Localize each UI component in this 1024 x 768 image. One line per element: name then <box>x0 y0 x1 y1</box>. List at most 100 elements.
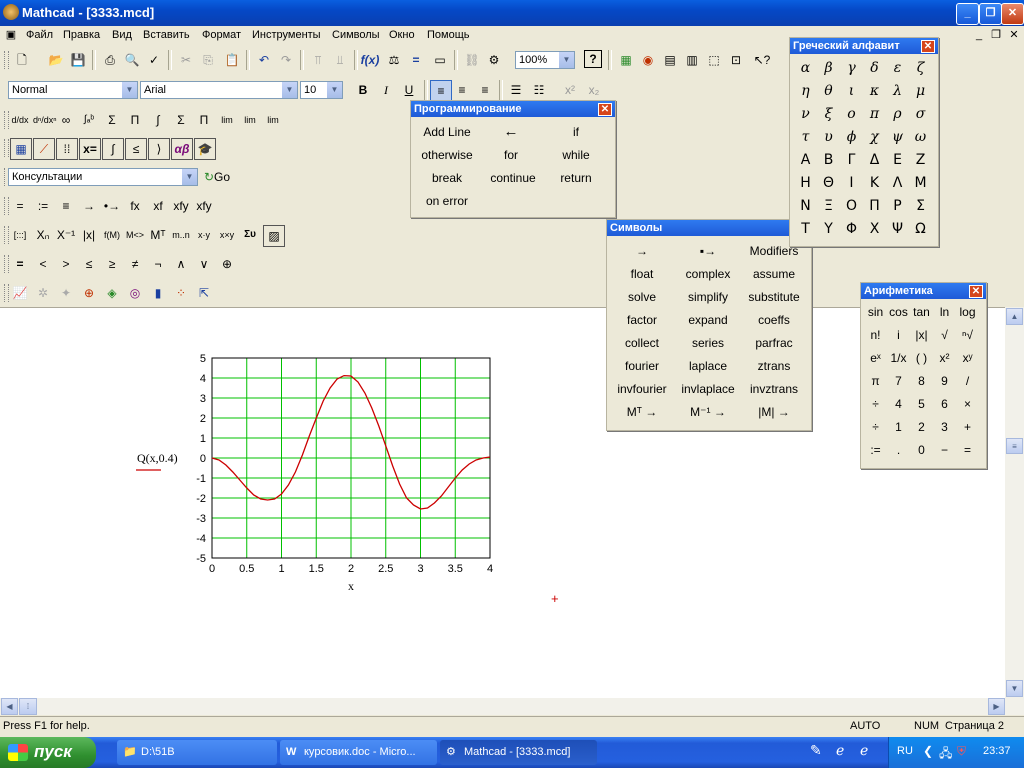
greek-capital-button[interactable]: Ν <box>794 198 817 214</box>
taskbar-item-folder[interactable]: 📁 D:\51B <box>117 740 277 765</box>
ie-icon[interactable]: ℯ <box>836 742 844 759</box>
scroll-left-icon[interactable]: ◀ <box>1 698 18 715</box>
otherwise-button[interactable]: otherwise <box>415 148 479 162</box>
greek-capital-button[interactable]: Μ <box>909 175 932 191</box>
symbolic-keyword-button[interactable]: factor <box>611 313 673 327</box>
undo-icon[interactable]: ↶ <box>254 50 274 70</box>
scroll-thumb[interactable]: ≡ <box>1006 438 1023 454</box>
infinity-button[interactable]: ∞ <box>56 110 76 130</box>
arithmetic-button[interactable]: π <box>864 374 887 388</box>
zoom-plot-icon[interactable]: ✦ <box>56 283 76 303</box>
bar-plot-icon[interactable]: ▮ <box>148 283 168 303</box>
greek-letter-button[interactable]: ν <box>794 106 817 122</box>
matrix-toolbar-icon[interactable]: ⁞⁞ <box>56 138 78 160</box>
postfix-operator-button[interactable]: xf <box>148 196 168 216</box>
derivative-button[interactable]: d/dx <box>10 110 30 130</box>
font-size-select[interactable]: 10 ▼ <box>300 81 343 99</box>
greek-capital-button[interactable]: Χ <box>863 221 886 237</box>
symbolic-keyword-button[interactable]: |M| → <box>743 405 805 419</box>
arithmetic-button[interactable]: ⁿ√ <box>956 328 979 342</box>
insert-unit-icon[interactable]: ⚖ <box>384 50 404 70</box>
doc-minimize-icon[interactable]: _ <box>972 28 986 42</box>
symbolic-keyword-button[interactable]: simplify <box>677 290 739 304</box>
greek-capital-button[interactable]: Π <box>863 198 886 214</box>
scatter-plot-icon[interactable]: ⁘ <box>171 283 191 303</box>
keyword-eval-button[interactable]: •→ <box>102 196 122 216</box>
greek-capital-button[interactable]: Λ <box>886 175 909 191</box>
document-icon[interactable]: ▣ <box>4 28 18 42</box>
palette-title[interactable]: Программирование ✕ <box>411 101 615 117</box>
close-icon[interactable]: ✕ <box>969 285 983 298</box>
symbolic-keyword-button[interactable]: coeffs <box>743 313 805 327</box>
greek-toolbar-icon[interactable]: αβ <box>171 138 193 160</box>
horizontal-scrollbar[interactable]: ◀ ⁞ ▶ <box>0 698 1024 715</box>
insert-hyperlink-icon[interactable]: ⛓ <box>462 50 482 70</box>
menu-help[interactable]: Помощь <box>427 29 470 41</box>
align-center-icon[interactable]: ≡ <box>452 80 472 100</box>
symbolic-keyword-button[interactable]: solve <box>611 290 673 304</box>
add-line-button[interactable]: Add Line <box>417 125 477 139</box>
doc-restore-icon[interactable]: ❐ <box>989 28 1003 42</box>
transpose-button[interactable]: Mᵀ <box>148 225 168 245</box>
arithmetic-button[interactable]: 7 <box>887 374 910 388</box>
menu-file[interactable]: Файл <box>26 29 53 41</box>
symbolic-keyword-button[interactable]: invfourier <box>611 382 673 396</box>
product-button[interactable]: Π <box>125 110 145 130</box>
greek-letter-button[interactable]: τ <box>794 129 817 145</box>
arithmetic-button[interactable]: tan <box>910 305 933 319</box>
chevron-down-icon[interactable]: ▼ <box>182 169 197 185</box>
go-button[interactable]: ↻Go <box>200 167 234 187</box>
save-icon[interactable]: 💾 <box>68 50 88 70</box>
surface-plot-icon[interactable]: ◈ <box>102 283 122 303</box>
calculator-icon[interactable]: ▦ <box>616 50 636 70</box>
greek-letter-button[interactable]: κ <box>863 83 886 99</box>
greek-capital-button[interactable]: Ο <box>840 198 863 214</box>
palette-title[interactable]: Арифметика ✕ <box>861 283 986 299</box>
for-button[interactable]: for <box>481 148 541 162</box>
bold-button[interactable]: B <box>353 80 373 100</box>
evaluation-toolbar-icon[interactable]: x= <box>79 138 101 160</box>
menu-symbolics[interactable]: Символы <box>332 29 380 41</box>
menu-format[interactable]: Формат <box>202 29 241 41</box>
ie-alt-icon[interactable]: ℯ <box>860 742 868 759</box>
arithmetic-button[interactable]: |x| <box>910 328 933 342</box>
arithmetic-button[interactable]: = <box>956 443 979 457</box>
or-button[interactable]: ∨ <box>194 254 214 274</box>
arithmetic-button[interactable]: . <box>887 443 910 457</box>
copy-icon[interactable]: ⎘ <box>198 50 218 70</box>
greek-letter-button[interactable]: ε <box>886 60 909 76</box>
arithmetic-button[interactable]: ÷ <box>864 397 887 411</box>
arithmetic-button[interactable]: := <box>864 443 887 457</box>
print-icon[interactable]: ⎙ <box>100 50 120 70</box>
contour-plot-icon[interactable]: ◎ <box>125 283 145 303</box>
language-indicator[interactable]: RU <box>897 745 913 757</box>
calculus-toolbar-icon[interactable]: ∫ <box>102 138 124 160</box>
arithmetic-button[interactable]: xʸ <box>956 351 979 365</box>
less-equal-button[interactable]: ≤ <box>79 254 99 274</box>
indefinite-integral-button[interactable]: ∫ <box>148 110 168 130</box>
vertical-scrollbar[interactable]: ▲ ≡ ▼ <box>1005 307 1024 698</box>
greek-capital-button[interactable]: Ρ <box>886 198 909 214</box>
italic-button[interactable]: I <box>376 80 396 100</box>
infix-operator-button[interactable]: xfy <box>171 196 191 216</box>
greater-equal-button[interactable]: ≥ <box>102 254 122 274</box>
greek-letter-button[interactable]: λ <box>886 83 909 99</box>
greek-capital-button[interactable]: Ψ <box>886 221 909 237</box>
on-error-button[interactable]: on error <box>417 194 477 208</box>
symbolic-keyword-button[interactable]: expand <box>677 313 739 327</box>
cross-product-button[interactable]: x×y <box>217 225 237 245</box>
matrix-icon[interactable]: ▤ <box>660 50 680 70</box>
greek-letter-button[interactable]: ι <box>840 83 863 99</box>
arithmetic-button[interactable]: eˣ <box>864 351 887 365</box>
symbolic-keyword-button[interactable]: float <box>611 267 673 281</box>
symbolic-eval-button[interactable]: → <box>79 196 99 216</box>
doc-close-icon[interactable]: ✕ <box>1007 28 1021 42</box>
not-button[interactable]: ¬ <box>148 254 168 274</box>
greek-letter-button[interactable]: χ <box>863 129 886 145</box>
spell-check-icon[interactable]: ✓ <box>144 50 164 70</box>
print-preview-icon[interactable]: 🔍 <box>122 50 142 70</box>
new-document-icon[interactable]: 🗋 <box>12 50 32 70</box>
arithmetic-button[interactable]: 0 <box>910 443 933 457</box>
vectorize-button[interactable]: f(M) <box>102 225 122 245</box>
xor-button[interactable]: ⊕ <box>217 254 237 274</box>
